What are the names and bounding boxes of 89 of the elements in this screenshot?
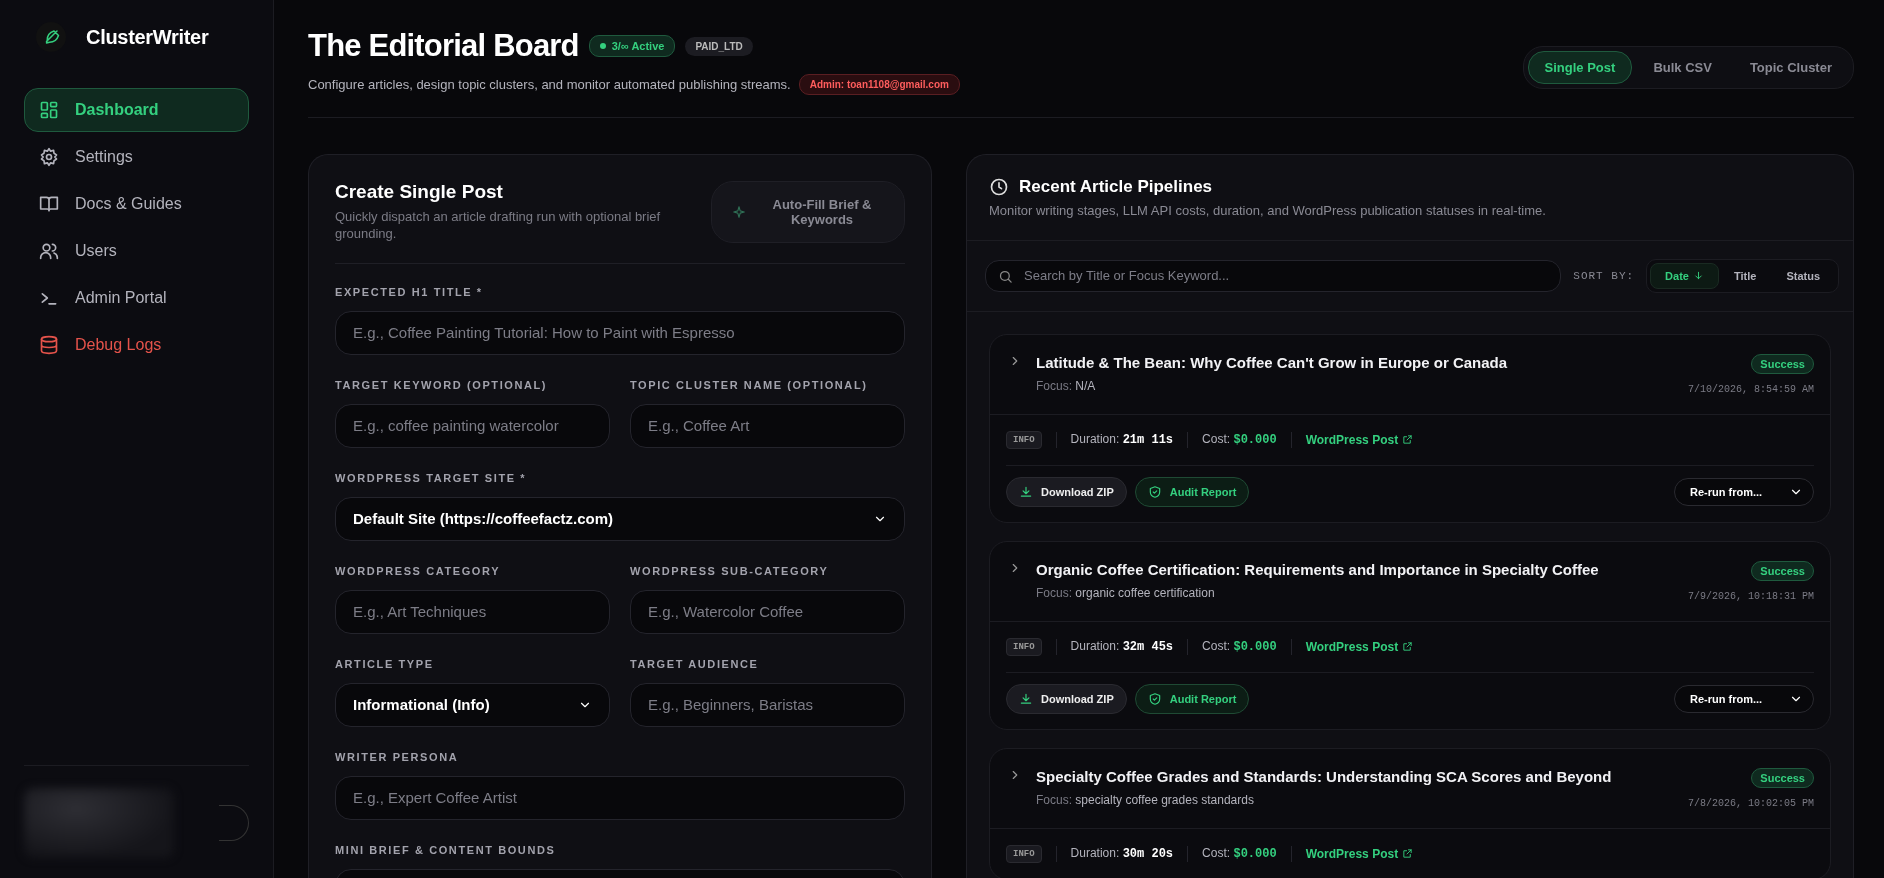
field-label: WORDPRESS TARGET SITE * (335, 471, 528, 484)
cost-text: Cost: $0.000 (1202, 639, 1277, 655)
card-description: Monitor writing stages, LLM API costs, duration, and WordPress publication statuses in real-time. (989, 203, 1547, 220)
input-field[interactable]: E.g., Beginners, Baristas (630, 682, 905, 727)
input-field[interactable]: E.g., Art Techniques (335, 589, 610, 634)
timestamp: 7/9/2026, 10:18:31 PM (1687, 590, 1814, 602)
field-label: TARGET AUDIENCE (630, 657, 760, 670)
download-icon (1019, 691, 1033, 706)
log-level-tag: INFO (1006, 430, 1042, 449)
field-label: WRITER PERSONA (335, 750, 460, 763)
input-field[interactable]: E.g., Coffee Painting Tutorial: How to Paint with Espresso (335, 310, 905, 355)
status-badge: Success (1751, 560, 1814, 581)
timestamp: 7/8/2026, 10:02:05 PM (1687, 797, 1814, 809)
search-field[interactable]: Search by Title or Focus Keyword... (985, 259, 1562, 292)
rerun-select[interactable]: Re-run from... (1674, 477, 1814, 506)
status-badge: Success (1751, 767, 1814, 788)
admin-badge: Admin: toan1108@gmail.com (798, 74, 960, 95)
log-level-tag: INFO (1006, 844, 1042, 863)
database-icon (39, 335, 59, 355)
card-title: Create Single Post (335, 181, 504, 203)
card-description: Quickly dispatch an article drafting run with optional brief grounding. (335, 209, 662, 243)
duration-text: Duration: 30m 20s (1070, 846, 1174, 862)
autofill-button[interactable]: Auto-Fill Brief & Keywords (711, 181, 905, 243)
nav-item[interactable]: Dashboard (24, 88, 249, 132)
nav-item[interactable]: Users (24, 229, 249, 273)
users-icon (39, 241, 59, 261)
log-level-tag: INFO (1006, 637, 1042, 656)
sort-label: SORT BY: (1573, 269, 1635, 282)
card-title: Recent Article Pipelines (1019, 177, 1213, 197)
nav-item[interactable]: Settings (24, 135, 249, 179)
sort-option[interactable]: Date (1650, 262, 1719, 289)
cost-text: Cost: $0.000 (1202, 846, 1277, 862)
field-label: ARTICLE TYPE (335, 657, 435, 670)
nav-item[interactable]: Admin Portal (24, 276, 249, 320)
wordpress-post-link[interactable]: WordPress Post (1305, 846, 1414, 861)
field-label: TOPIC CLUSTER NAME (OPTIONAL) (630, 378, 869, 391)
mode-tab[interactable]: Bulk CSV (1636, 51, 1729, 84)
download-icon (1019, 484, 1033, 499)
field-label: MINI BRIEF & CONTENT BOUNDS (335, 843, 557, 856)
pipeline-title: Latitude & The Bean: Why Coffee Can't Grow in Europe or Canada (1036, 353, 1508, 371)
sort-option[interactable]: Status (1771, 262, 1835, 289)
brand-name: ClusterWriter (86, 25, 209, 49)
download-button[interactable]: Download ZIP (1006, 476, 1127, 507)
external-link-icon (1402, 848, 1414, 860)
duration-text: Duration: 32m 45s (1070, 639, 1174, 655)
audit-button[interactable]: Audit Report (1134, 476, 1250, 507)
wordpress-post-link[interactable]: WordPress Post (1305, 639, 1414, 654)
select-field[interactable]: Informational (Info) (335, 682, 610, 727)
field-label: EXPECTED H1 TITLE * (335, 285, 484, 298)
download-button[interactable]: Download ZIP (1006, 683, 1127, 714)
input-field[interactable]: E.g., Coffee Art (630, 403, 905, 448)
rerun-select[interactable]: Re-run from... (1674, 684, 1814, 713)
focus-text: Focus: N/A (1036, 378, 1097, 393)
external-link-icon (1402, 434, 1414, 446)
audit-button[interactable]: Audit Report (1134, 683, 1250, 714)
arrow-down-icon (1692, 270, 1704, 282)
mode-tab[interactable]: Topic Cluster (1732, 51, 1849, 84)
external-link-icon (1402, 641, 1414, 653)
nav-item[interactable]: Debug Logs (24, 323, 249, 367)
select-field[interactable]: Default Site (https://coffeefactz.com) (335, 496, 905, 541)
cost-text: Cost: $0.000 (1202, 432, 1277, 448)
sparkle-icon (732, 204, 746, 219)
timestamp: 7/10/2026, 8:54:59 AM (1687, 383, 1814, 395)
field-label: WORDPRESS CATEGORY (335, 564, 502, 577)
focus-text: Focus: organic coffee certification (1036, 585, 1216, 600)
sort-option[interactable]: Title (1718, 262, 1772, 289)
status-badge: 3/∞ Active (588, 35, 676, 57)
focus-text: Focus: specialty coffee grades standards (1036, 792, 1255, 807)
input-field[interactable]: E.g., Expert Coffee Artist (335, 775, 905, 820)
shield-icon (1147, 691, 1162, 706)
plan-badge: PAID_LTD (685, 36, 753, 56)
mode-tab[interactable]: Single Post (1527, 51, 1633, 84)
duration-text: Duration: 21m 11s (1070, 432, 1174, 448)
field-label: WORDPRESS SUB-CATEGORY (630, 564, 830, 577)
grid-icon (39, 100, 59, 120)
input-field[interactable]: E.g., coffee painting watercolor (335, 403, 610, 448)
clock-icon (989, 177, 1009, 197)
nav-item[interactable]: Docs & Guides (24, 182, 249, 226)
input-field[interactable]: E.g., Watercolor Coffee (630, 589, 905, 634)
wordpress-post-link[interactable]: WordPress Post (1305, 432, 1414, 447)
settings-icon (39, 147, 59, 167)
status-badge: Success (1751, 353, 1814, 374)
shield-icon (1147, 484, 1162, 499)
book-icon (39, 194, 59, 214)
pipeline-title: Specialty Coffee Grades and Standards: Understanding SCA Scores and Beyond (1036, 767, 1612, 785)
field-label: TARGET KEYWORD (OPTIONAL) (335, 378, 549, 391)
page-subtitle: Configure articles, design topic clusters, and monitor automated publishing streams. (308, 77, 791, 92)
page-title: The Editorial Board (308, 28, 579, 64)
pipeline-title: Organic Coffee Certification: Requirements and Importance in Specialty Coffee (1036, 560, 1599, 578)
